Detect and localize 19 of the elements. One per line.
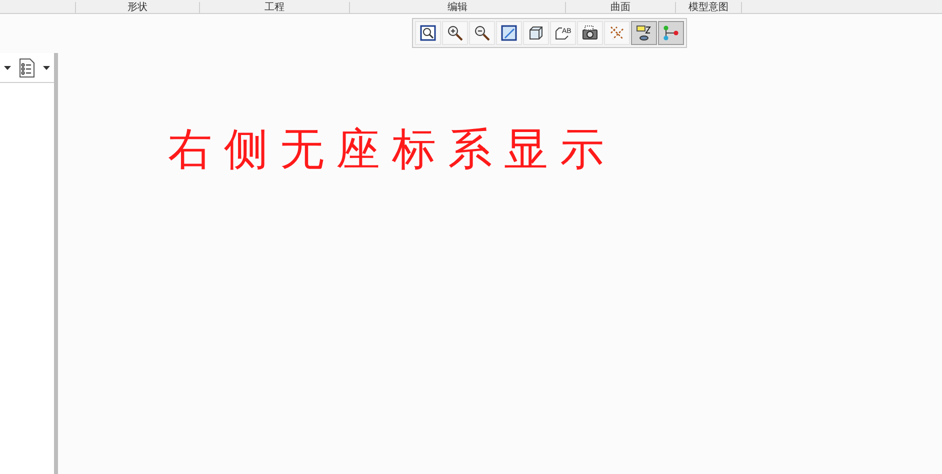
repaint-icon bbox=[501, 25, 517, 41]
spin-center-icon bbox=[663, 25, 679, 41]
ribbon-group-label[interactable]: 模型意图 bbox=[676, 2, 742, 13]
annotation-icon bbox=[636, 25, 652, 41]
tree-settings-icon[interactable] bbox=[19, 58, 35, 78]
zoom-out-icon bbox=[474, 25, 490, 41]
toolbar-button[interactable] bbox=[631, 21, 657, 45]
datum-icon bbox=[609, 25, 625, 41]
ribbon-group-label[interactable]: 曲面 bbox=[566, 2, 676, 13]
ribbon-group-label[interactable]: 形状 bbox=[76, 2, 200, 13]
cube-icon bbox=[528, 25, 544, 41]
zoom-in-icon bbox=[447, 25, 463, 41]
dropdown-caret-icon[interactable] bbox=[4, 66, 11, 70]
ribbon-group-label[interactable]: 工程 bbox=[200, 2, 350, 13]
ribbon-group-label[interactable]: 编辑 bbox=[350, 2, 566, 13]
dropdown-caret-icon[interactable] bbox=[43, 66, 50, 70]
camera-icon bbox=[582, 25, 598, 41]
handwritten-note: 右侧无座标系显示 bbox=[168, 124, 616, 175]
zoom-fit-icon bbox=[420, 25, 436, 41]
